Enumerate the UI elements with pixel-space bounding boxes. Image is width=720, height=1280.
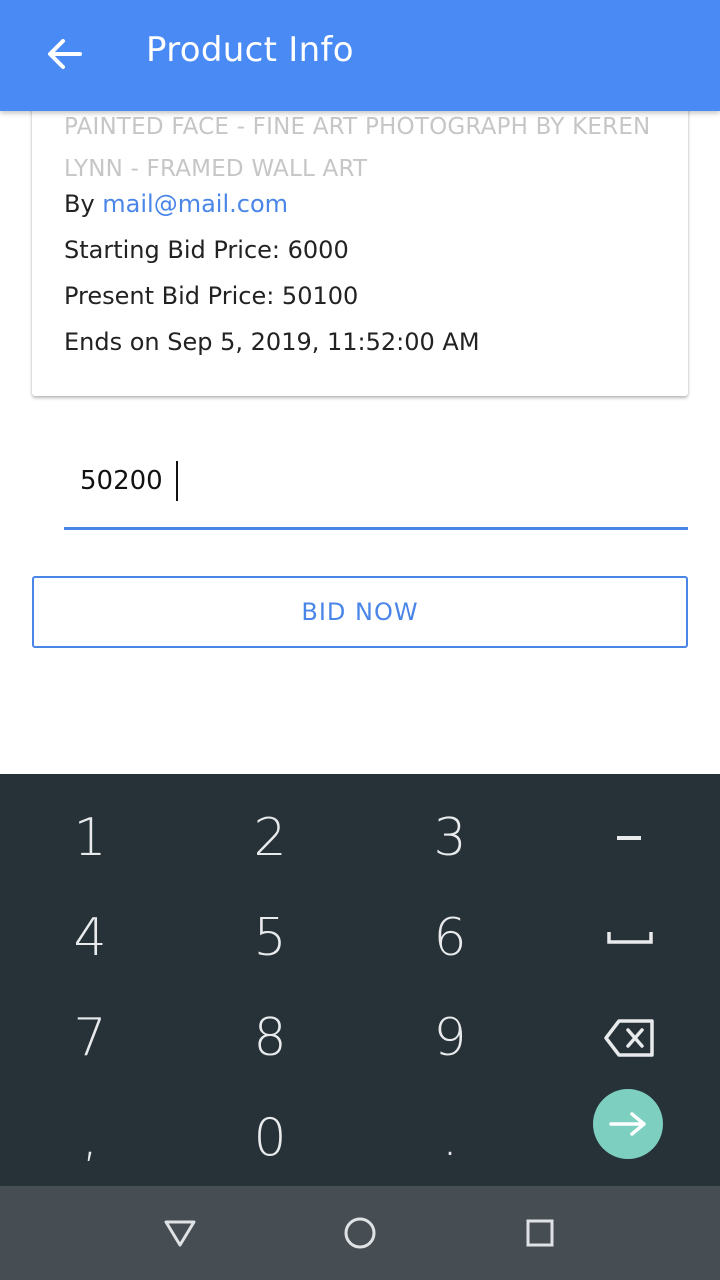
nav-recents-button[interactable]	[500, 1206, 580, 1260]
minus-icon	[617, 836, 641, 840]
back-button[interactable]	[34, 28, 94, 84]
auction-end-time: Ends on Sep 5, 2019, 11:52:00 AM	[64, 328, 480, 356]
home-circle-icon	[344, 1217, 376, 1249]
arrow-left-icon	[46, 38, 82, 74]
by-label: By	[64, 190, 103, 218]
app-bar: Product Info	[0, 0, 720, 111]
key-4[interactable]: 4	[0, 888, 180, 988]
starting-bid-price: Starting Bid Price: 6000	[64, 236, 349, 264]
bid-now-button[interactable]: BID NOW	[32, 576, 688, 648]
key-1[interactable]: 1	[0, 788, 180, 888]
bid-amount-field	[64, 444, 688, 530]
key-6[interactable]: 6	[360, 888, 540, 988]
key-3[interactable]: 3	[360, 788, 540, 888]
key-backspace[interactable]	[540, 988, 720, 1088]
key-7[interactable]: 7	[0, 988, 180, 1088]
space-bar-icon	[607, 932, 653, 944]
back-triangle-icon	[164, 1220, 196, 1247]
key-enter[interactable]	[538, 1074, 718, 1174]
key-5[interactable]: 5	[180, 888, 360, 988]
seller-email-link[interactable]: mail@mail.com	[102, 190, 288, 218]
numeric-keyboard: 1 2 3 4 5 6 7 8 9 , 0 .	[0, 774, 720, 1186]
key-minus[interactable]	[540, 788, 720, 888]
product-info-screen: PAINTED FACE - FINE ART PHOTOGRAPH BY KE…	[0, 0, 720, 1280]
key-comma[interactable]: ,	[0, 1088, 180, 1188]
backspace-icon	[604, 1019, 654, 1057]
nav-home-button[interactable]	[320, 1206, 400, 1260]
enter-button	[593, 1089, 663, 1159]
key-period[interactable]: .	[360, 1088, 540, 1188]
key-0[interactable]: 0	[180, 1088, 360, 1188]
system-nav-bar	[0, 1186, 720, 1280]
key-8[interactable]: 8	[180, 988, 360, 1088]
key-space[interactable]	[540, 888, 720, 988]
text-cursor	[176, 461, 178, 501]
product-title: PAINTED FACE - FINE ART PHOTOGRAPH BY KE…	[64, 114, 651, 182]
arrow-right-icon	[609, 1112, 646, 1136]
key-9[interactable]: 9	[360, 988, 540, 1088]
seller-line: By mail@mail.com	[64, 190, 288, 218]
bid-amount-input[interactable]	[80, 456, 670, 506]
key-2[interactable]: 2	[180, 788, 360, 888]
page-title: Product Info	[146, 30, 354, 70]
nav-back-button[interactable]	[140, 1206, 220, 1260]
present-bid-price: Present Bid Price: 50100	[64, 282, 359, 310]
recents-square-icon	[526, 1219, 554, 1247]
